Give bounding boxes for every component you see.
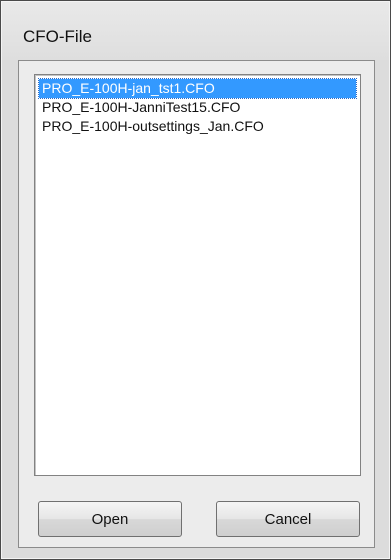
open-button[interactable]: Open [38,501,182,537]
dialog-title: CFO-File [23,27,92,46]
list-item-file-1[interactable]: PRO_E-100H-JanniTest15.CFO [39,98,356,117]
title-bar[interactable]: CFO-File [2,2,389,60]
list-item-file-0[interactable]: PRO_E-100H-jan_tst1.CFO [38,78,357,99]
cancel-button-label: Cancel [264,510,312,528]
cancel-button[interactable]: Cancel [216,501,360,537]
cfo-file-dialog: CFO-File PRO_E-100H-jan_tst1.CFO PRO_E-1… [0,0,391,560]
file-listbox[interactable]: PRO_E-100H-jan_tst1.CFO PRO_E-100H-Janni… [34,74,361,476]
open-button-label: Open [91,510,129,528]
list-item-file-2[interactable]: PRO_E-100H-outsettings_Jan.CFO [39,117,356,136]
